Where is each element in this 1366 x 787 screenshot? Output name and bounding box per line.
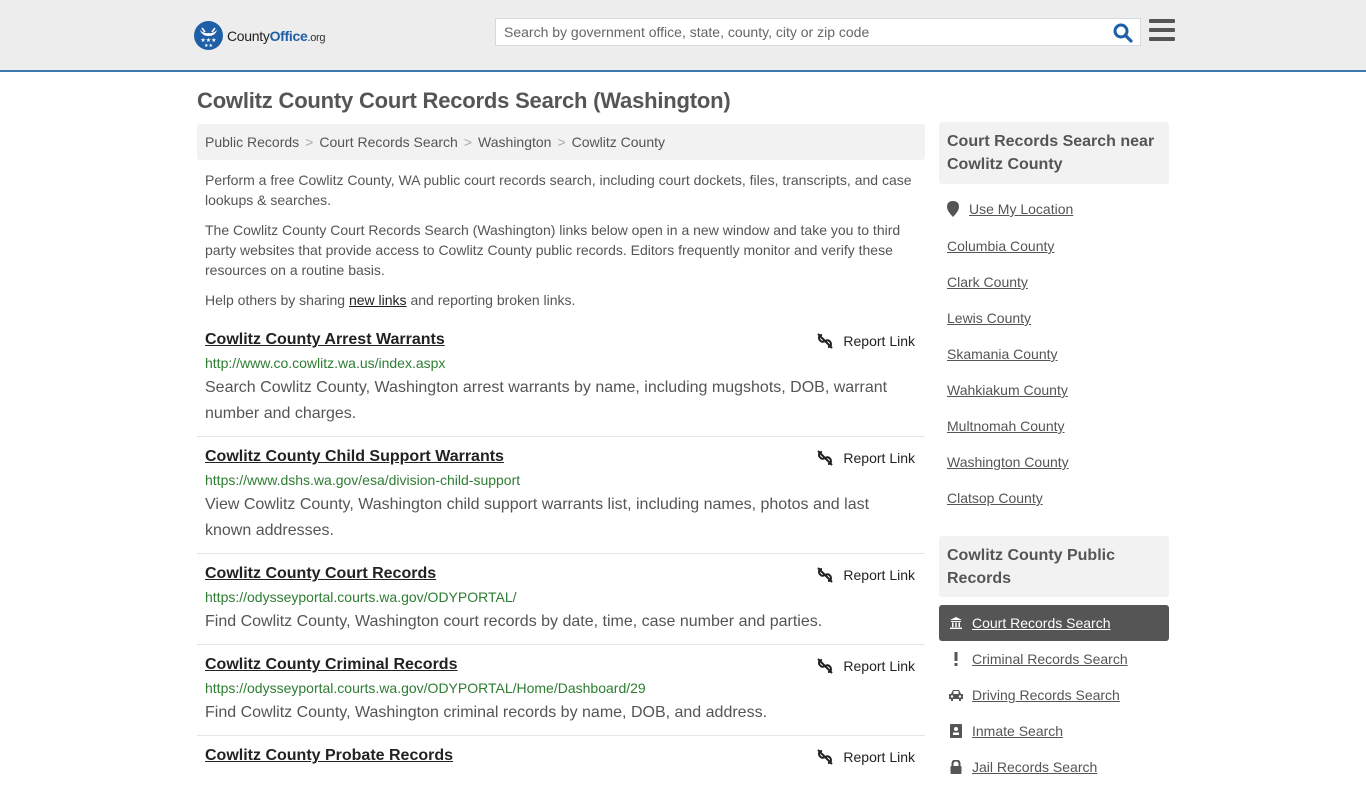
report-link-label: Report Link xyxy=(843,333,915,349)
report-link-label: Report Link xyxy=(843,567,915,583)
courthouse-icon xyxy=(948,615,964,631)
breadcrumb-washington[interactable]: Washington xyxy=(478,134,551,150)
use-my-location[interactable]: Use My Location xyxy=(947,201,1073,217)
sidebar-item-label[interactable]: Driving Records Search xyxy=(972,687,1120,703)
sidebar-item-inmate-search[interactable]: Inmate Search xyxy=(939,713,1169,749)
result-url: http://www.co.cowlitz.wa.us/index.aspx xyxy=(205,355,446,371)
report-link-label: Report Link xyxy=(843,450,915,466)
broken-link-icon xyxy=(817,749,834,765)
search-input[interactable] xyxy=(496,19,1106,45)
report-link-button[interactable]: Report Link xyxy=(817,333,915,349)
nearby-county-link[interactable]: Columbia County xyxy=(947,238,1054,254)
exclamation-icon xyxy=(948,651,964,667)
nearby-county-link[interactable]: Wahkiakum County xyxy=(947,382,1068,398)
sidebar-item-driving-records-search[interactable]: Driving Records Search xyxy=(939,677,1169,713)
result-url: https://odysseyportal.courts.wa.gov/ODYP… xyxy=(205,680,646,696)
broken-link-icon xyxy=(817,333,834,349)
intro-paragraph-1: Perform a free Cowlitz County, WA public… xyxy=(205,172,912,208)
result-description: View Cowlitz County, Washington child su… xyxy=(205,496,870,539)
intro-text: and reporting broken links. xyxy=(406,292,576,308)
site-header: ★★★ ★★ CountyOffice.org xyxy=(0,0,1366,72)
new-links-link[interactable]: new links xyxy=(349,292,407,308)
map-marker-icon xyxy=(947,201,959,217)
intro-paragraph-3: Help others by sharing new links and rep… xyxy=(205,290,920,310)
report-link-label: Report Link xyxy=(843,658,915,674)
breadcrumb-separator: > xyxy=(557,134,566,150)
public-records-heading: Cowlitz County Public Records xyxy=(939,536,1169,597)
intro-text: Help others by sharing xyxy=(205,292,349,308)
lock-icon xyxy=(948,759,964,775)
result-item: Cowlitz County Court Records Report Link… xyxy=(197,565,925,645)
result-url: https://odysseyportal.courts.wa.gov/ODYP… xyxy=(205,589,517,605)
result-title-link[interactable]: Cowlitz County Court Records xyxy=(205,565,436,583)
sidebar-item-label[interactable]: Criminal Records Search xyxy=(972,651,1128,667)
intro-paragraph-2: The Cowlitz County Court Records Search … xyxy=(205,222,901,278)
breadcrumb: Public Records > Court Records Search > Wash… xyxy=(197,124,925,160)
result-description: Find Cowlitz County, Washington criminal… xyxy=(205,704,768,721)
breadcrumb-separator: > xyxy=(463,134,473,150)
nearby-county-link[interactable]: Clatsop County xyxy=(947,490,1043,506)
report-link-label: Report Link xyxy=(843,749,915,765)
result-item: Cowlitz County Probate Records Report Li… xyxy=(197,747,925,787)
car-icon xyxy=(948,687,964,703)
nearby-heading: Court Records Search near Cowlitz County xyxy=(939,122,1169,184)
broken-link-icon xyxy=(817,567,834,583)
id-badge-icon xyxy=(948,723,964,739)
page-title: Cowlitz County Court Records Search (Was… xyxy=(197,88,731,113)
sidebar-item-jail-records-search[interactable]: Jail Records Search xyxy=(939,749,1169,785)
result-title-link[interactable]: Cowlitz County Child Support Warrants xyxy=(205,448,504,466)
hamburger-menu-icon xyxy=(1149,19,1175,23)
report-link-button[interactable]: Report Link xyxy=(817,658,915,674)
sidebar-item-label[interactable]: Inmate Search xyxy=(972,723,1063,739)
search-button[interactable] xyxy=(1112,22,1134,44)
svg-text:★★: ★★ xyxy=(204,43,213,49)
eagle-logo-icon: ★★★ ★★ xyxy=(194,21,223,50)
search-bar xyxy=(495,18,1141,46)
result-title-link[interactable]: Cowlitz County Criminal Records xyxy=(205,656,457,674)
result-item: Cowlitz County Child Support Warrants Re… xyxy=(197,448,925,554)
result-url: https://www.dshs.wa.gov/esa/division-chi… xyxy=(205,472,521,488)
hamburger-bar xyxy=(1149,28,1175,32)
report-link-button[interactable]: Report Link xyxy=(817,567,915,583)
sidebar-item-court-records-search[interactable]: Court Records Search xyxy=(939,605,1169,641)
hamburger-bar xyxy=(1149,37,1175,41)
nearby-county-link[interactable]: Clark County xyxy=(947,274,1028,290)
breadcrumb-separator: > xyxy=(305,134,314,150)
logo-text: CountyOffice.org xyxy=(227,27,326,44)
result-description: Find Cowlitz County, Washington court re… xyxy=(205,613,823,630)
broken-link-icon xyxy=(817,450,834,466)
nearby-county-link[interactable]: Skamania County xyxy=(947,346,1058,362)
site-logo[interactable]: ★★★ ★★ CountyOffice.org xyxy=(194,21,326,50)
result-item: Cowlitz County Criminal Records Report L… xyxy=(197,656,925,736)
hamburger-menu-button[interactable] xyxy=(1149,19,1175,43)
nearby-county-link[interactable]: Washington County xyxy=(947,454,1069,470)
breadcrumb-cowlitz-county: Cowlitz County xyxy=(571,134,666,150)
result-title-link[interactable]: Cowlitz County Probate Records xyxy=(205,747,453,765)
nearby-county-link[interactable]: Multnomah County xyxy=(947,418,1065,434)
nearby-county-link[interactable]: Lewis County xyxy=(947,310,1031,326)
result-item: Cowlitz County Arrest Warrants Report Li… xyxy=(197,331,925,437)
sidebar-item-criminal-records-search[interactable]: Criminal Records Search xyxy=(939,641,1169,677)
breadcrumb-court-records-search[interactable]: Court Records Search xyxy=(319,134,458,150)
sidebar-item-label[interactable]: Court Records Search xyxy=(972,615,1111,631)
search-icon xyxy=(1113,23,1133,43)
use-my-location-link[interactable]: Use My Location xyxy=(969,201,1073,217)
report-link-button[interactable]: Report Link xyxy=(817,450,915,466)
result-description: Search Cowlitz County, Washington arrest… xyxy=(205,379,888,422)
result-title-link[interactable]: Cowlitz County Arrest Warrants xyxy=(205,331,445,349)
breadcrumb-public-records[interactable]: Public Records xyxy=(205,134,299,150)
broken-link-icon xyxy=(817,658,834,674)
sidebar-item-label[interactable]: Jail Records Search xyxy=(972,759,1097,775)
report-link-button[interactable]: Report Link xyxy=(817,749,915,765)
